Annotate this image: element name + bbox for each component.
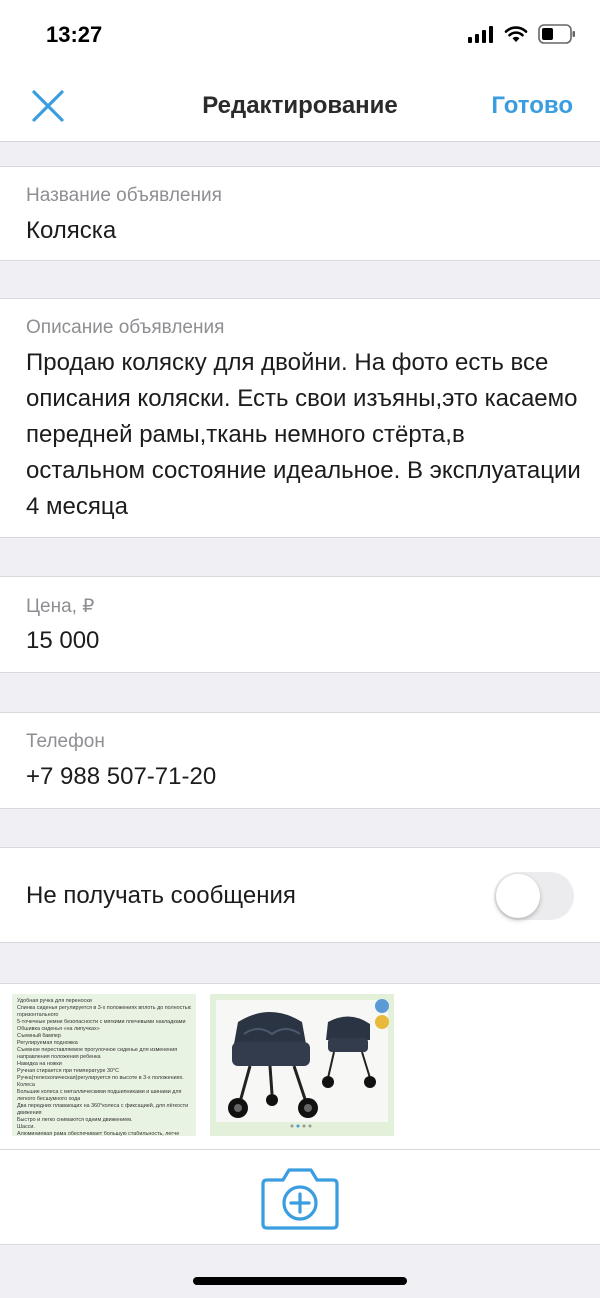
no-messages-toggle[interactable] <box>494 872 574 920</box>
signal-icon <box>468 26 493 43</box>
no-messages-row: Не получать сообщения <box>0 847 600 943</box>
photo-text-line: Удобная ручка для переноски <box>17 998 92 1004</box>
home-indicator <box>193 1277 407 1285</box>
photo-text-line: Ручка(телескопическая)регулируется по вы… <box>17 1075 184 1081</box>
phone-label: Телефон <box>26 731 105 752</box>
photo-text-line: Ручная стирается при температуре 30°С <box>17 1068 120 1074</box>
photo-text-line: Съемное переставляемое прогулочное сиден… <box>17 1047 178 1053</box>
status-bar: 13:27 <box>0 0 600 70</box>
photo-text-line: Съемный бампер <box>17 1033 61 1039</box>
wifi-icon <box>504 26 528 42</box>
price-field[interactable]: Цена, ₽ 15 000 <box>0 576 600 673</box>
add-photo-row <box>0 1149 600 1245</box>
stroller-image <box>210 994 394 1136</box>
photo-text-line: 5-точечные ремни безопасности с мягкими … <box>17 1019 186 1025</box>
title-field[interactable]: Название объявления Коляска <box>0 166 600 261</box>
photo-text-line: Алюминиевая рама обеспечивает большую ст… <box>17 1131 180 1136</box>
photo-text-line: Большие колеса с металлическими подшипни… <box>17 1089 182 1095</box>
photo-text-line: Быстро и легко снимаются одним движением… <box>17 1117 133 1123</box>
description-label: Описание объявления <box>26 317 225 338</box>
battery-icon <box>538 24 575 44</box>
photo-text-line: Обшивка сиденья «на липучках» <box>17 1026 100 1032</box>
photo-thumbnail-stroller[interactable] <box>210 994 394 1136</box>
phone-field[interactable]: Телефон +7 988 507-71-20 <box>0 712 600 809</box>
phone-input[interactable]: +7 988 507-71-20 <box>26 759 580 795</box>
photo-text-line: Накидка на ножки <box>17 1061 62 1067</box>
no-messages-label: Не получать сообщения <box>26 882 296 909</box>
photos-row: Удобная ручка для переноски Спинка сидень… <box>0 983 600 1149</box>
title-label: Название объявления <box>26 185 222 206</box>
photo-text-line: легкого бесшумного хода <box>17 1096 81 1102</box>
description-field[interactable]: Описание объявления Продаю коляску для д… <box>0 298 600 538</box>
nav-bar: Редактирование Готово <box>0 70 600 142</box>
camera-add-icon[interactable] <box>259 1164 341 1232</box>
price-label: Цена, ₽ <box>26 596 95 617</box>
photo-text-line: Регулируемая подножка <box>17 1040 78 1046</box>
photo-text-line: Колеса <box>17 1082 35 1088</box>
photo-text-line: движения <box>17 1110 42 1116</box>
photo-text-line: направления положения ребенка <box>17 1054 101 1060</box>
price-input[interactable]: 15 000 <box>26 623 580 659</box>
description-textarea[interactable]: Продаю коляску для двойни. На фото есть … <box>26 345 588 525</box>
photo-text-line: Шасси. <box>17 1124 35 1130</box>
photo-thumbnail-description[interactable]: Удобная ручка для переноски Спинка сидень… <box>12 994 196 1136</box>
status-icons <box>468 24 576 44</box>
photo-text-line: Спинка сиденья регулируется в 3-х положе… <box>17 1005 191 1011</box>
toggle-knob <box>496 874 540 918</box>
done-button[interactable]: Готово <box>491 92 573 120</box>
status-time: 13:27 <box>46 22 103 47</box>
photo-text-line: Два передних плавающих на 360°колеса с ф… <box>17 1103 189 1109</box>
photo-text-line: горизонтального <box>17 1012 59 1018</box>
title-input[interactable]: Коляска <box>26 213 580 249</box>
